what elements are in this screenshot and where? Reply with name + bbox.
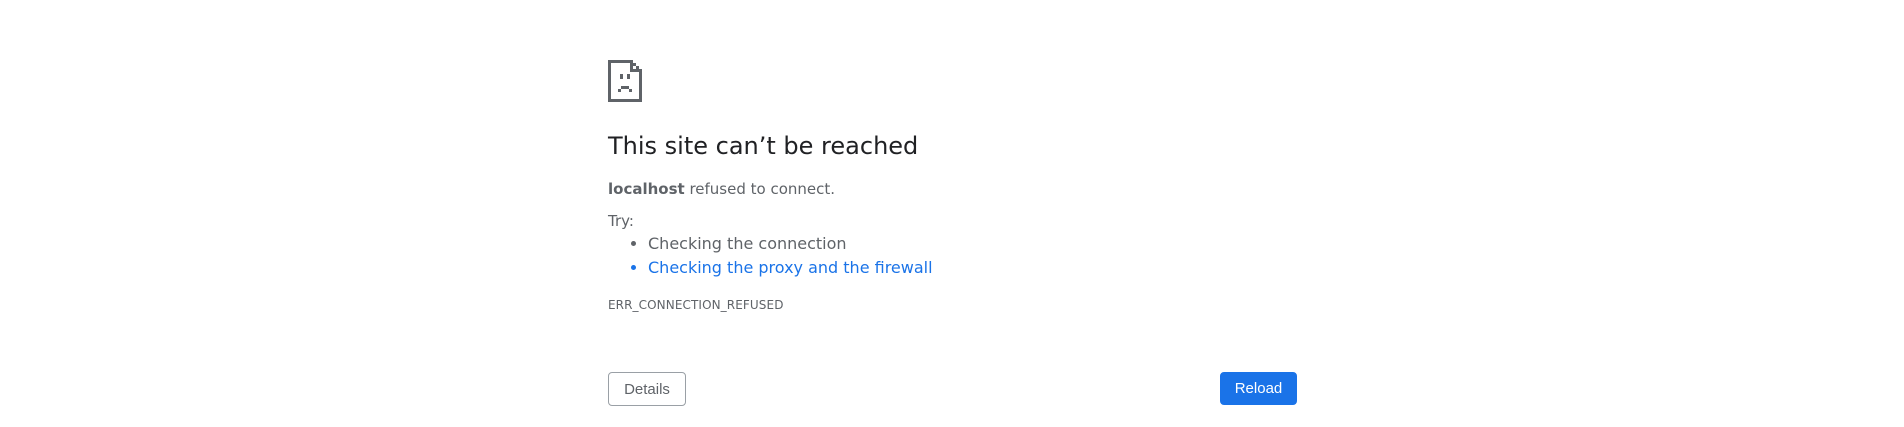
- page-title: This site can’t be reached: [608, 132, 919, 160]
- sad-page-icon: [608, 60, 642, 102]
- error-summary: localhost refused to connect.: [608, 179, 835, 199]
- suggestion-check-proxy-firewall-link[interactable]: Checking the proxy and the firewall: [648, 256, 933, 280]
- try-label: Try:: [608, 212, 634, 230]
- suggestions-list: Checking the connection Checking the pro…: [608, 232, 933, 280]
- main-frame: This site can’t be reached localhost ref…: [608, 0, 1298, 427]
- error-code: ERR_CONNECTION_REFUSED: [608, 298, 784, 312]
- host-name: localhost: [608, 180, 685, 198]
- reload-button[interactable]: Reload: [1220, 372, 1297, 405]
- summary-text: refused to connect.: [684, 180, 836, 198]
- details-button[interactable]: Details: [608, 372, 686, 406]
- suggestion-check-connection: Checking the connection: [648, 232, 933, 256]
